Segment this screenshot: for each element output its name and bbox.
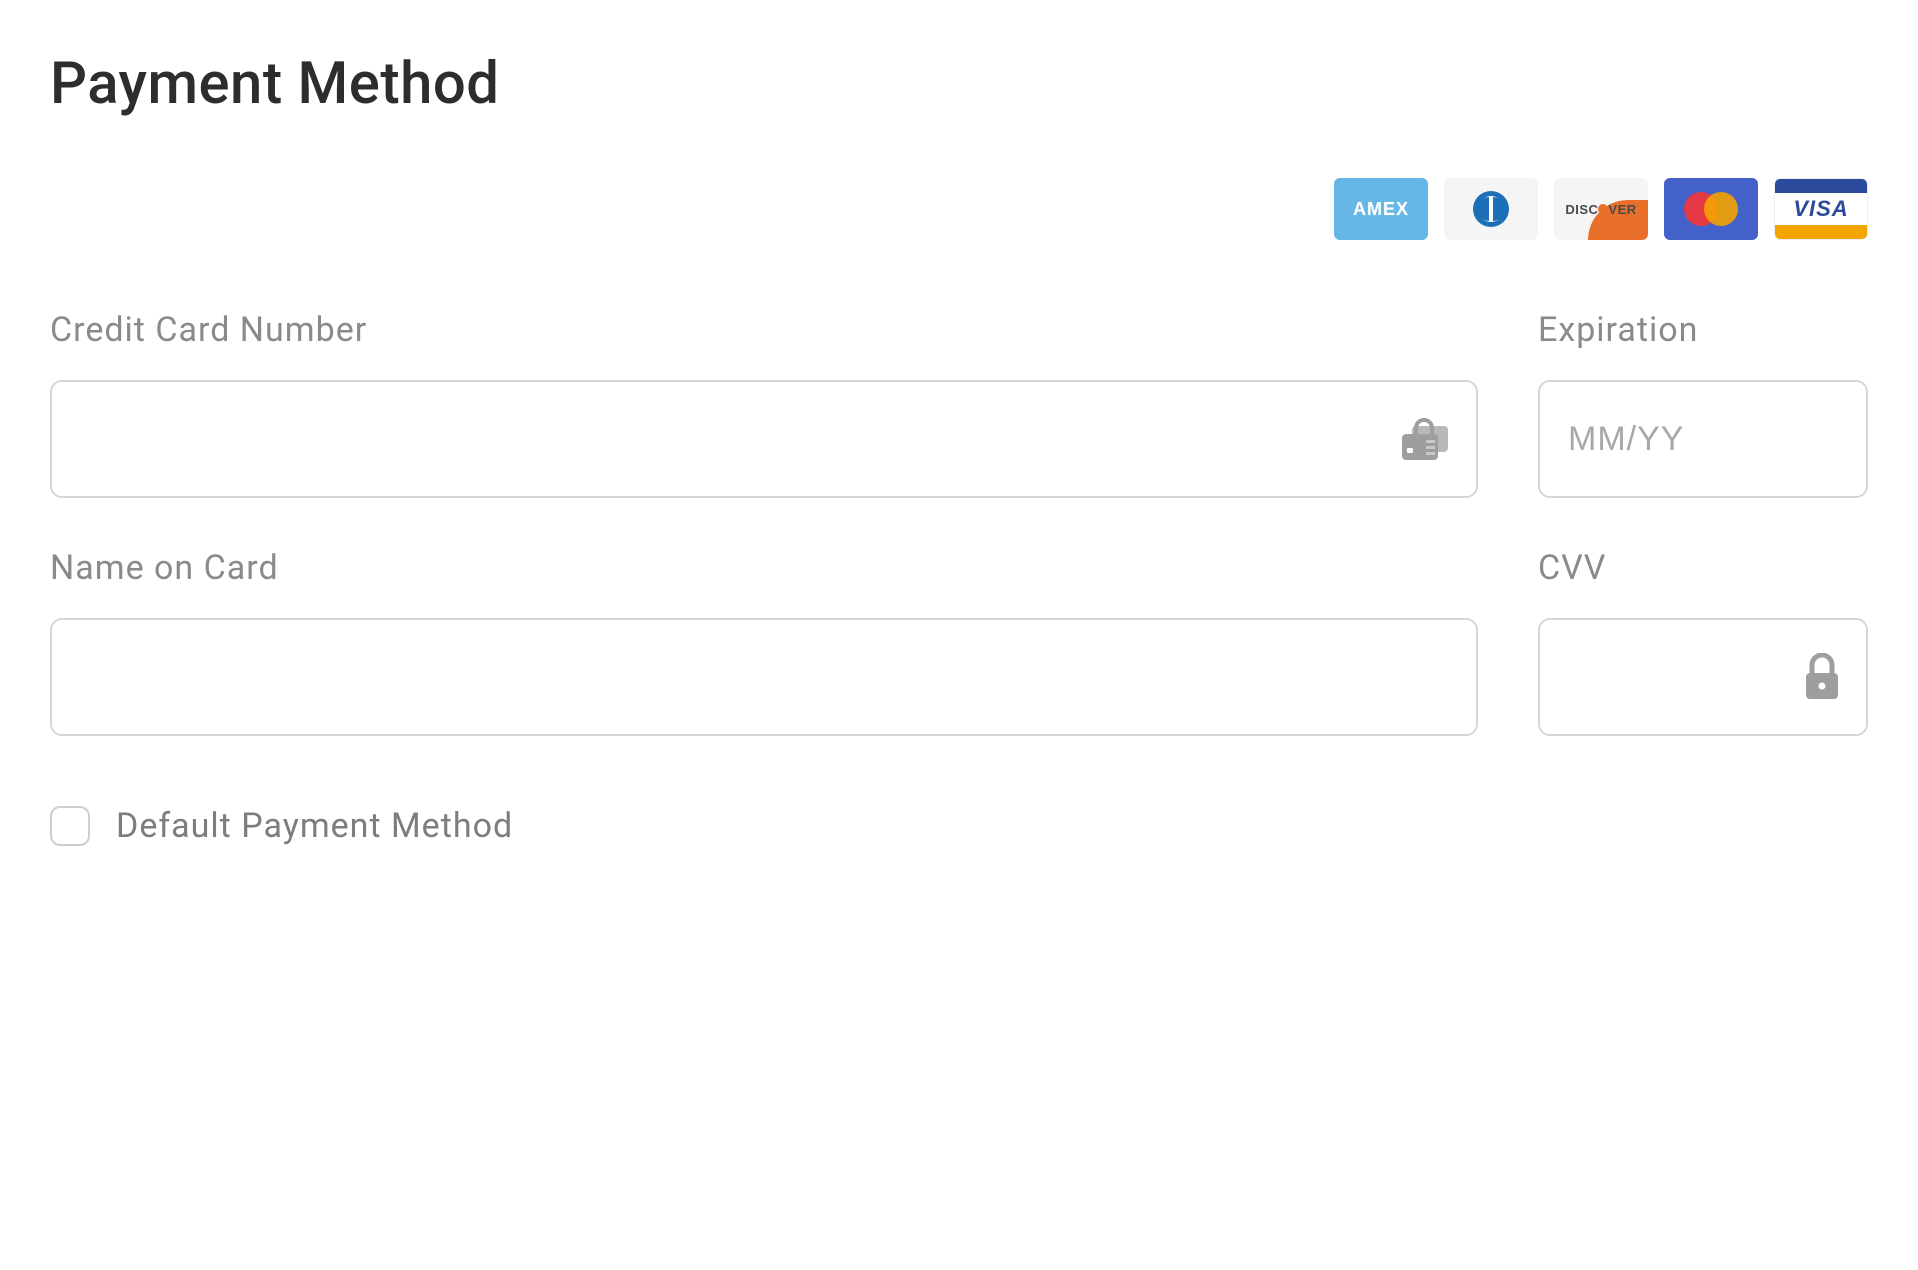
amex-label: AMEX: [1353, 199, 1409, 220]
card-number-input[interactable]: [50, 380, 1478, 498]
visa-label: VISA: [1793, 196, 1848, 222]
card-brand-diners-icon: [1444, 178, 1538, 240]
page-title: Payment Method: [50, 50, 1868, 118]
name-on-card-label: Name on Card: [50, 548, 1478, 588]
card-brand-visa-icon: VISA: [1774, 178, 1868, 240]
expiration-input[interactable]: [1538, 380, 1868, 498]
name-on-card-input[interactable]: [50, 618, 1478, 736]
card-brand-mastercard-icon: [1664, 178, 1758, 240]
default-payment-checkbox[interactable]: [50, 806, 90, 846]
card-number-label: Credit Card Number: [50, 310, 1478, 350]
default-payment-row: Default Payment Method: [50, 806, 1868, 846]
discover-label-post: VER: [1608, 202, 1636, 217]
accepted-cards: AMEX DISC VER VISA: [50, 178, 1868, 240]
card-brand-amex-icon: AMEX: [1334, 178, 1428, 240]
name-on-card-field-group: Name on Card: [50, 548, 1478, 736]
cvv-field-group: CVV: [1538, 548, 1868, 736]
card-brand-discover-icon: DISC VER: [1554, 178, 1648, 240]
card-number-field-group: Credit Card Number: [50, 310, 1478, 498]
expiration-label: Expiration: [1538, 310, 1868, 350]
default-payment-label: Default Payment Method: [116, 806, 513, 846]
credit-card-icon: [1398, 416, 1452, 462]
payment-form: Credit Card Number Expiration Name: [50, 310, 1868, 736]
discover-label-pre: DISC: [1565, 202, 1598, 217]
expiration-field-group: Expiration: [1538, 310, 1868, 498]
cvv-label: CVV: [1538, 548, 1868, 588]
lock-icon: [1802, 653, 1842, 701]
